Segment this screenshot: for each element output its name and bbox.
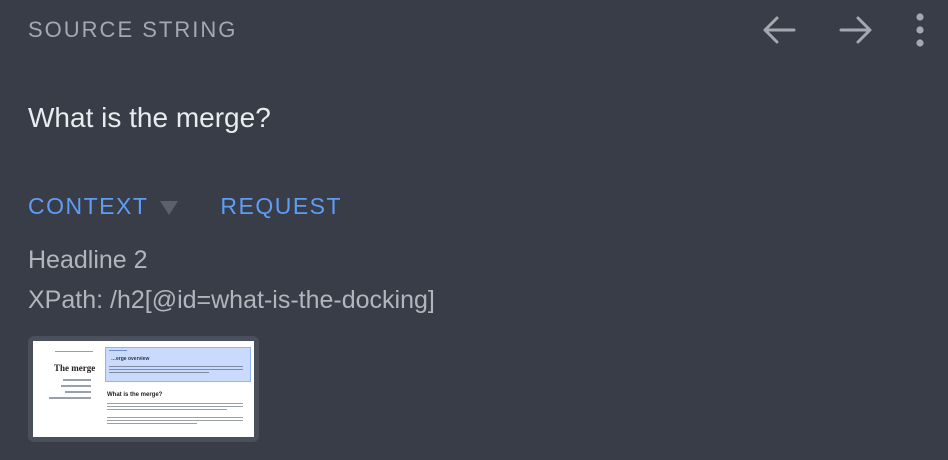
- thumb-heading: The merge: [54, 363, 96, 373]
- context-element-type: Headline 2: [28, 246, 148, 274]
- panel-header-label: SOURCE STRING: [28, 17, 238, 42]
- thumb-highlight-title: …erge overview: [111, 356, 150, 362]
- thumb-highlight-text: [109, 366, 243, 367]
- info-tabs: CONTEXT REQUEST: [28, 193, 342, 220]
- thumb-body-line: [107, 409, 227, 410]
- thumb-highlight-box: [105, 347, 251, 382]
- source-string-text: What is the merge?: [28, 102, 271, 133]
- thumb-body-line: [107, 423, 197, 424]
- source-string-panel: SOURCE STRING What is the merge? CONTEXT: [0, 0, 948, 460]
- tab-request[interactable]: REQUEST: [220, 193, 342, 220]
- thumb-sidebar-line: [65, 391, 91, 393]
- thumb-highlight-label: [109, 350, 127, 351]
- tab-context[interactable]: CONTEXT: [28, 193, 179, 220]
- thumb-nav-line: [55, 351, 93, 352]
- thumb-highlight-text: [109, 372, 209, 373]
- arrow-right-icon: [839, 16, 872, 44]
- thumb-body-line: [107, 403, 243, 404]
- arrow-left-icon: [763, 16, 796, 44]
- next-string-button[interactable]: [836, 10, 876, 50]
- thumb-highlight-text: [109, 369, 243, 370]
- thumb-sidebar-line: [49, 397, 91, 399]
- thumb-sidebar-line: [61, 385, 91, 387]
- thumb-subheading: What is the merge?: [107, 392, 163, 398]
- tab-context-label: CONTEXT: [28, 193, 149, 219]
- context-xpath: XPath: /h2[@id=what-is-the-docking]: [28, 286, 435, 314]
- panel-toolbar: [722, 10, 930, 50]
- screenshot-image: The merge …erge overview What is the mer…: [33, 341, 254, 437]
- thumb-body-line: [107, 406, 243, 407]
- tab-request-label: REQUEST: [220, 193, 343, 219]
- thumb-body-line: [107, 417, 243, 418]
- more-vertical-icon: [916, 13, 924, 47]
- thumb-body-line: [107, 420, 243, 421]
- context-screenshot-thumbnail[interactable]: The merge …erge overview What is the mer…: [28, 336, 259, 442]
- caret-down-icon: [160, 200, 179, 215]
- thumb-sidebar-line: [63, 379, 91, 381]
- more-options-button[interactable]: [910, 10, 930, 50]
- previous-string-button[interactable]: [759, 10, 799, 50]
